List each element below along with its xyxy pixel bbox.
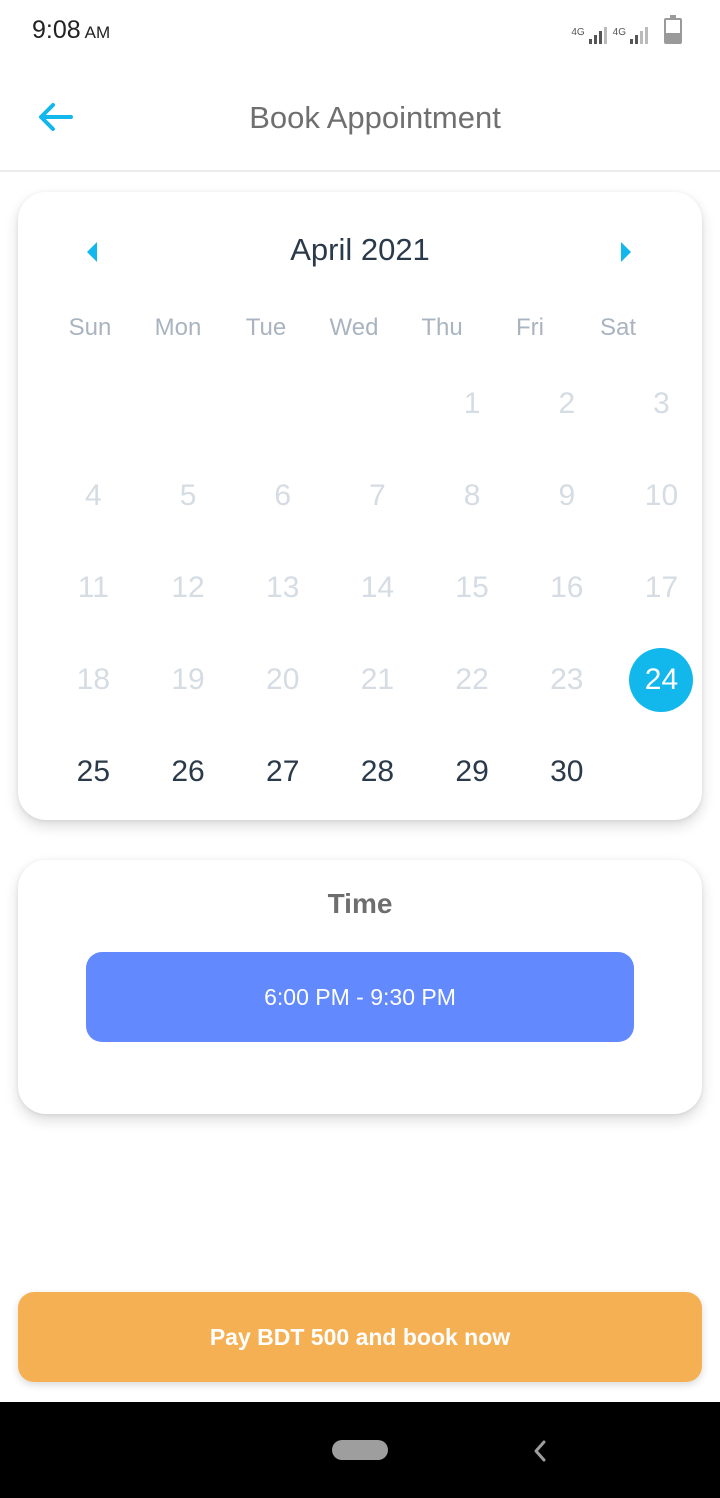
calendar-card: April 2021 Sun Mon Tue Wed Thu Fri Sat 1…	[18, 192, 702, 820]
calendar-day-label: 14	[360, 571, 395, 604]
calendar-day-label: 6	[274, 479, 292, 512]
calendar-day-label: 28	[360, 755, 395, 788]
next-month-button[interactable]	[606, 234, 646, 270]
calendar-day-empty	[141, 358, 236, 450]
calendar-header: April 2021	[18, 222, 702, 278]
weekday-label: Thu	[421, 314, 463, 341]
calendar-day-label: 11	[77, 571, 109, 604]
calendar-day: 19	[141, 634, 236, 726]
calendar-day-label: 12	[171, 571, 205, 604]
signal-icon: 4G	[571, 27, 607, 44]
calendar-day: 20	[235, 634, 330, 726]
calendar-day: 3	[614, 358, 709, 450]
calendar-day-label: 17	[644, 571, 679, 604]
calendar-day: 22	[425, 634, 520, 726]
calendar-day-selected[interactable]: 24	[614, 634, 709, 726]
calendar-day: 21	[330, 634, 425, 726]
home-pill-icon[interactable]	[332, 1440, 388, 1460]
calendar-day: 9	[519, 450, 614, 542]
calendar-day-empty	[235, 358, 330, 450]
calendar-day-label: 23	[550, 663, 584, 696]
calendar-day-label: 27	[266, 755, 300, 788]
calendar-day-label: 24	[629, 648, 694, 712]
calendar-day-grid: 1 2 3 4 5 6 7 8 9 10 11 12 13 14 15 16 17 18 19 20 21 22 23 24 2…	[46, 358, 694, 818]
calendar-day-label: 2	[558, 387, 576, 420]
calendar-day-label: 13	[266, 571, 300, 604]
calendar-day: 10	[614, 450, 709, 542]
weekday-label: Wed	[329, 314, 379, 341]
calendar-day-label: 9	[558, 479, 576, 512]
system-navigation-bar	[0, 1402, 720, 1498]
weekday-label: Sun	[68, 314, 112, 341]
weekday-label: Fri	[516, 314, 544, 341]
calendar-day-label: 19	[171, 663, 205, 696]
calendar-day-label: 10	[644, 479, 679, 512]
calendar-day-label: 25	[76, 755, 111, 788]
calendar-day: 5	[141, 450, 236, 542]
calendar-day-label: 5	[179, 479, 197, 512]
calendar-day: 7	[330, 450, 425, 542]
calendar-day: 11	[46, 542, 141, 634]
app-bar: Book Appointment	[0, 64, 720, 172]
network-type-label: 4G	[571, 27, 585, 38]
calendar-day: 17	[614, 542, 709, 634]
status-ampm: AM	[84, 23, 111, 42]
status-bar: 9:08 AM 4G 4G	[0, 0, 720, 64]
weekday-label: Tue	[245, 314, 287, 341]
calendar-day: 15	[425, 542, 520, 634]
page-title: Book Appointment	[249, 100, 501, 135]
calendar-day[interactable]: 27	[235, 726, 330, 818]
weekday-header-row: Sun Mon Tue Wed Thu Fri Sat	[46, 314, 662, 342]
system-back-icon[interactable]	[528, 1436, 552, 1466]
calendar-day: 2	[519, 358, 614, 450]
calendar-day[interactable]: 30	[519, 726, 614, 818]
pay-and-book-button[interactable]: Pay BDT 500 and book now	[18, 1292, 702, 1382]
weekday-label: Sat	[599, 314, 637, 341]
calendar-day: 16	[519, 542, 614, 634]
calendar-day-label: 15	[455, 571, 489, 604]
calendar-day: 18	[46, 634, 141, 726]
calendar-day-label: 4	[85, 479, 102, 512]
calendar-day-label: 20	[266, 663, 300, 696]
calendar-day-label: 3	[653, 387, 670, 420]
month-title: April 2021	[290, 232, 430, 267]
calendar-day-label: 22	[455, 663, 489, 696]
calendar-day: 4	[46, 450, 141, 542]
calendar-day-empty	[330, 358, 425, 450]
calendar-day: 12	[141, 542, 236, 634]
status-icons: 4G 4G	[571, 15, 682, 44]
time-card: Time 6:00 PM - 9:30 PM	[18, 860, 702, 1114]
calendar-day: 13	[235, 542, 330, 634]
calendar-day[interactable]: 26	[141, 726, 236, 818]
weekday-label: Mon	[154, 314, 202, 341]
calendar-day: 14	[330, 542, 425, 634]
calendar-day-label: 18	[76, 663, 111, 696]
calendar-day-label: 7	[369, 479, 386, 512]
calendar-day-label: 29	[455, 755, 489, 788]
network-type-label-2: 4G	[612, 27, 626, 38]
calendar-day-label: 30	[550, 755, 584, 788]
calendar-day: 23	[519, 634, 614, 726]
calendar-day-label: 1	[463, 387, 481, 420]
battery-icon	[664, 15, 682, 44]
calendar-day-label: 8	[463, 479, 481, 512]
status-time: 9:08 AM	[32, 16, 110, 45]
calendar-day: 8	[425, 450, 520, 542]
calendar-day-empty	[46, 358, 141, 450]
calendar-day-label: 26	[171, 755, 205, 788]
calendar-day-label: 16	[550, 571, 584, 604]
calendar-day[interactable]: 25	[46, 726, 141, 818]
calendar-day[interactable]: 28	[330, 726, 425, 818]
signal-icon-2: 4G	[613, 27, 648, 44]
status-clock: 9:08	[32, 16, 81, 44]
calendar-day-label: 21	[360, 663, 395, 696]
calendar-day: 1	[425, 358, 520, 450]
time-slot-button[interactable]: 6:00 PM - 9:30 PM	[86, 952, 634, 1042]
time-section-title: Time	[327, 888, 393, 919]
screen: 9:08 AM 4G 4G Book Appointment April 202…	[0, 0, 720, 1498]
caret-right-icon	[621, 242, 631, 262]
calendar-day: 6	[235, 450, 330, 542]
calendar-day[interactable]: 29	[425, 726, 520, 818]
